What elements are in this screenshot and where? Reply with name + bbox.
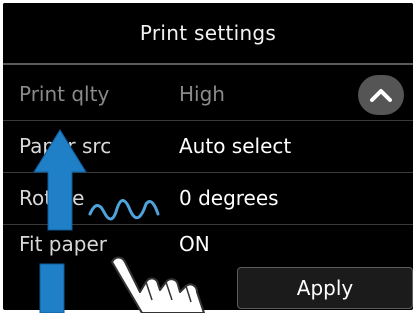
setting-value: Auto select [179, 134, 292, 158]
setting-label: Rotate [19, 186, 85, 210]
setting-value: High [179, 82, 225, 106]
setting-value: 0 degrees [179, 186, 279, 210]
touch-screen: Print settings Print qlty High Paper src… [3, 3, 413, 310]
chevron-up-icon [370, 89, 392, 102]
printer-panel: Print settings Print qlty High Paper src… [0, 0, 416, 313]
setting-label: Paper src [19, 134, 112, 158]
setting-row-paper-source[interactable]: Paper src Auto select [3, 121, 363, 171]
setting-value: ON [179, 232, 210, 256]
setting-row-rotate[interactable]: Rotate 0 degrees [3, 173, 363, 223]
header-divider [3, 63, 413, 65]
setting-label: Fit paper [19, 232, 107, 256]
setting-label: Print qlty [19, 82, 110, 106]
scroll-up-button[interactable] [358, 75, 404, 115]
setting-row-fit-paper[interactable]: Fit paper ON [3, 219, 363, 269]
page-title: Print settings [3, 3, 413, 63]
apply-button-label: Apply [296, 276, 354, 300]
apply-button[interactable]: Apply [237, 267, 413, 309]
setting-row-print-quality[interactable]: Print qlty High [3, 69, 363, 119]
page-title-text: Print settings [139, 21, 277, 45]
